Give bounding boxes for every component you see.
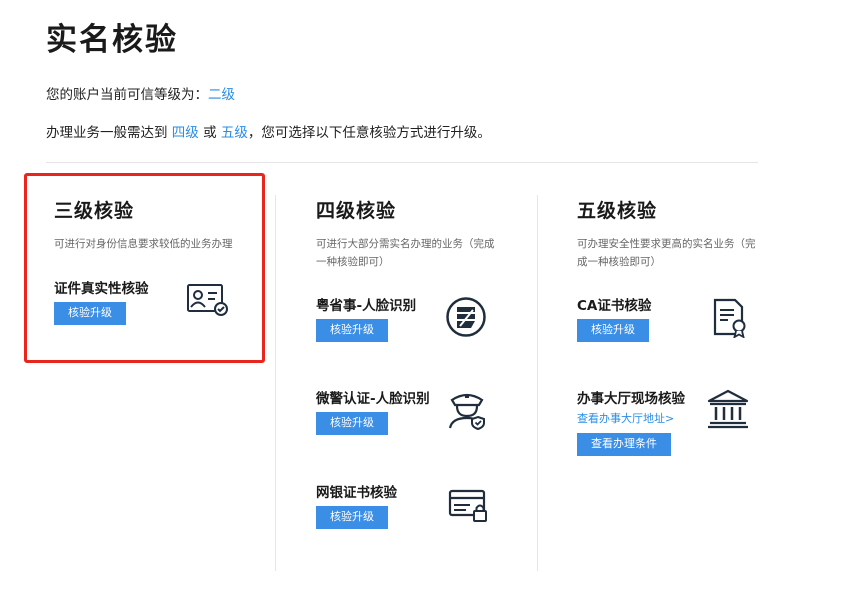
level-4-desc: 可进行大部分需实名办理的业务（完成 一种核验即可） — [316, 235, 495, 271]
current-level-label: 您的账户当前可信等级为： — [46, 87, 208, 103]
column-divider-1 — [275, 195, 276, 571]
level-4-desc-line1: 可进行大部分需实名办理的业务（完成 — [316, 238, 495, 250]
level-5-desc: 可办理安全性要求更高的实名业务（完 成一种核验即可） — [577, 235, 756, 271]
bank-cert-name: 网银证书核验 — [316, 485, 397, 501]
level-4-desc-line2: 一种核验即可） — [316, 256, 390, 268]
requirement-suffix: ，您可选择以下任意核验方式进行升级。 — [247, 125, 491, 141]
level-5-title: 五级核验 — [577, 200, 658, 222]
column-divider-2 — [537, 195, 538, 571]
bank-cert-item: 网银证书核验 核验升级 — [316, 481, 397, 529]
police-officer-icon — [448, 393, 485, 430]
bank-cert-upgrade-button[interactable]: 核验升级 — [316, 506, 388, 529]
hall-verify-item: 办事大厅现场核验 查看办事大厅地址> 查看办理条件 — [577, 387, 685, 456]
wei-police-upgrade-button[interactable]: 核验升级 — [316, 412, 388, 435]
page: 实名核验 您的账户当前可信等级为：二级 办理业务一般需达到 四级 或 五级，您可… — [0, 0, 844, 589]
current-level-value: 二级 — [208, 87, 235, 103]
government-building-icon — [707, 389, 749, 429]
page-title: 实名核验 — [46, 22, 178, 58]
level-4-title: 四级核验 — [316, 200, 397, 222]
ca-cert-name: CA证书核验 — [577, 298, 652, 314]
hall-verify-name: 办事大厅现场核验 — [577, 391, 685, 407]
ca-cert-item: CA证书核验 核验升级 — [577, 294, 651, 342]
level-4-column: 四级核验 可进行大部分需实名办理的业务（完成 一种核验即可） — [316, 196, 495, 271]
requirement-level-5: 五级 — [220, 125, 248, 141]
requirement-prefix: 办理业务一般需达到 — [46, 125, 172, 141]
level-3-highlight-box — [24, 173, 265, 363]
yueshengshi-upgrade-button[interactable]: 核验升级 — [316, 319, 388, 342]
wei-police-item: 微警认证-人脸识别 核验升级 — [316, 387, 430, 435]
level-5-column: 五级核验 可办理安全性要求更高的实名业务（完 成一种核验即可） — [577, 196, 756, 271]
yueshengshi-name: 粤省事-人脸识别 — [316, 298, 417, 314]
header-divider — [46, 162, 758, 163]
requirement-level-4: 四级 — [171, 125, 199, 141]
yueshengshi-logo-icon — [446, 297, 486, 337]
ca-cert-upgrade-button[interactable]: 核验升级 — [577, 319, 649, 342]
requirement-or: 或 — [198, 125, 221, 141]
current-level-line: 您的账户当前可信等级为：二级 — [46, 83, 235, 103]
level-5-desc-line2: 成一种核验即可） — [577, 256, 661, 268]
requirement-line: 办理业务一般需达到 四级 或 五级，您可选择以下任意核验方式进行升级。 — [46, 121, 491, 141]
wei-police-name: 微警认证-人脸识别 — [316, 391, 430, 407]
level-5-desc-line1: 可办理安全性要求更高的实名业务（完 — [577, 238, 756, 250]
certificate-icon — [713, 298, 746, 338]
hall-conditions-button[interactable]: 查看办理条件 — [577, 433, 671, 456]
yueshengshi-item: 粤省事-人脸识别 核验升级 — [316, 294, 416, 342]
hall-address-link[interactable]: 查看办事大厅地址> — [577, 410, 685, 426]
bank-card-lock-icon — [448, 489, 487, 522]
